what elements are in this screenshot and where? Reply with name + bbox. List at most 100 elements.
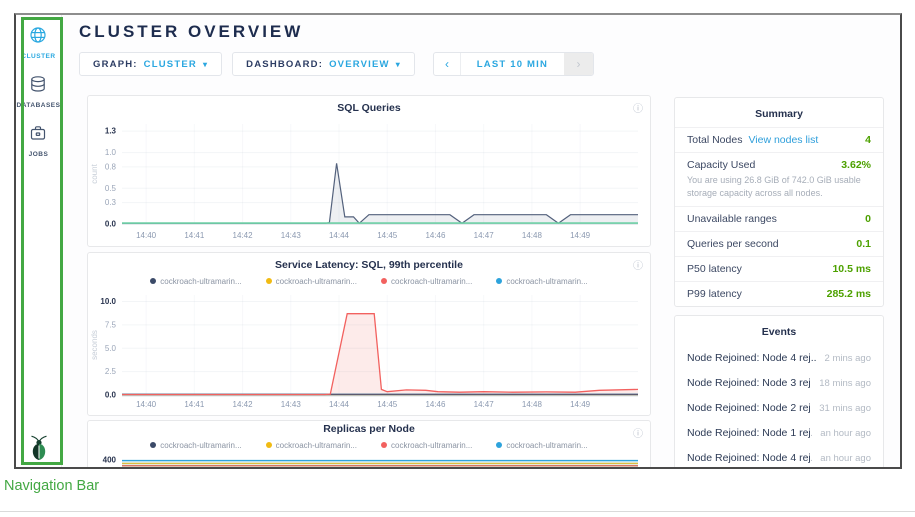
replicas-per-node-chart-card: Replicas per Node ⓘ cockroach-ultramarin… bbox=[87, 420, 651, 469]
briefcase-icon bbox=[29, 124, 47, 147]
event-text: Node Rejoined: Node 3 rej... bbox=[687, 377, 811, 389]
sidebar-label-cluster: CLUSTER bbox=[21, 53, 55, 60]
view-nodes-list-link[interactable]: View nodes list bbox=[748, 134, 818, 146]
summary-title: Summary bbox=[675, 98, 883, 127]
svg-text:14:41: 14:41 bbox=[184, 231, 205, 240]
svg-text:14:46: 14:46 bbox=[425, 231, 446, 240]
event-row[interactable]: Node Rejoined: Node 4 rej... 2 mins ago bbox=[675, 345, 883, 370]
event-row[interactable]: Node Rejoined: Node 3 rej... 18 mins ago bbox=[675, 370, 883, 395]
svg-text:14:49: 14:49 bbox=[570, 231, 591, 240]
replicas-per-node-chart[interactable]: 40014:4014:4114:4214:4314:4414:4514:4614… bbox=[88, 453, 648, 469]
event-row[interactable]: Node Rejoined: Node 4 rej... an hour ago bbox=[675, 445, 883, 469]
legend-item[interactable]: cockroach-ultramarin... bbox=[266, 277, 357, 286]
legend-dot-icon bbox=[266, 442, 272, 448]
chart-title: Replicas per Node bbox=[88, 421, 650, 435]
svg-text:14:45: 14:45 bbox=[377, 400, 398, 409]
summary-label: P99 latency bbox=[687, 288, 742, 300]
svg-text:14:47: 14:47 bbox=[474, 231, 495, 240]
sql-queries-chart[interactable]: 1.31.00.80.50.30.014:4014:4114:4214:4314… bbox=[88, 116, 648, 242]
summary-value: 285.2 ms bbox=[827, 288, 871, 300]
event-row[interactable]: Node Rejoined: Node 2 rej... 31 mins ago bbox=[675, 395, 883, 420]
graph-dropdown-value: CLUSTER bbox=[144, 59, 197, 70]
chart-title: SQL Queries bbox=[88, 96, 650, 114]
legend-dot-icon bbox=[150, 442, 156, 448]
svg-text:14:44: 14:44 bbox=[329, 400, 350, 409]
svg-text:400: 400 bbox=[103, 455, 117, 464]
annotation-caption: Navigation Bar bbox=[4, 478, 99, 494]
cockroachdb-logo-icon[interactable] bbox=[16, 435, 61, 461]
legend-dot-icon bbox=[496, 442, 502, 448]
sidebar-label-databases: DATABASES bbox=[17, 102, 61, 109]
svg-text:14:42: 14:42 bbox=[233, 400, 254, 409]
chart-legend: cockroach-ultramarin... cockroach-ultrama… bbox=[88, 275, 650, 287]
dashboard-controls: GRAPH: CLUSTER ▾ DASHBOARD: OVERVIEW ▾ ‹… bbox=[79, 52, 661, 76]
svg-text:5.0: 5.0 bbox=[105, 344, 117, 353]
info-icon[interactable]: ⓘ bbox=[633, 425, 643, 440]
legend-item[interactable]: cockroach-ultramarin... bbox=[150, 277, 241, 286]
service-latency-chart-card: Service Latency: SQL, 99th percentile ⓘ … bbox=[87, 252, 651, 416]
sidebar-item-jobs[interactable]: JOBS bbox=[29, 124, 49, 158]
event-time: 31 mins ago bbox=[819, 403, 871, 414]
service-latency-chart[interactable]: 10.07.55.02.50.014:4014:4114:4214:4314:4… bbox=[88, 289, 648, 411]
summary-row-qps: Queries per second 0.1 bbox=[675, 231, 883, 256]
svg-text:1.3: 1.3 bbox=[105, 127, 117, 136]
svg-text:14:41: 14:41 bbox=[184, 400, 205, 409]
chevron-down-icon: ▾ bbox=[203, 60, 208, 69]
legend-dot-icon bbox=[381, 442, 387, 448]
sidebar-item-databases[interactable]: DATABASES bbox=[17, 75, 61, 109]
svg-text:0.5: 0.5 bbox=[105, 184, 117, 193]
svg-text:14:42: 14:42 bbox=[233, 231, 254, 240]
event-text: Node Rejoined: Node 2 rej... bbox=[687, 402, 811, 414]
svg-text:count: count bbox=[90, 163, 99, 183]
legend-item[interactable]: cockroach-ultramarin... bbox=[266, 441, 357, 450]
event-time: 18 mins ago bbox=[819, 378, 871, 389]
event-time: an hour ago bbox=[820, 453, 871, 464]
legend-dot-icon bbox=[150, 278, 156, 284]
summary-value: 0 bbox=[865, 213, 871, 225]
svg-text:0.0: 0.0 bbox=[105, 391, 117, 400]
summary-row-p50: P50 latency 10.5 ms bbox=[675, 256, 883, 281]
svg-text:14:47: 14:47 bbox=[474, 400, 495, 409]
dashboard-dropdown-value: OVERVIEW bbox=[329, 59, 390, 70]
events-title: Events bbox=[675, 316, 883, 345]
legend-item[interactable]: cockroach-ultramarin... bbox=[381, 277, 472, 286]
event-row[interactable]: Node Rejoined: Node 1 rej... an hour ago bbox=[675, 420, 883, 445]
svg-text:7.5: 7.5 bbox=[105, 320, 117, 329]
svg-text:10.0: 10.0 bbox=[100, 297, 116, 306]
chart-title: Service Latency: SQL, 99th percentile bbox=[88, 253, 650, 271]
svg-text:14:43: 14:43 bbox=[281, 400, 302, 409]
svg-text:14:40: 14:40 bbox=[136, 400, 157, 409]
graph-dropdown[interactable]: GRAPH: CLUSTER ▾ bbox=[79, 52, 222, 76]
legend-item[interactable]: cockroach-ultramarin... bbox=[381, 441, 472, 450]
legend-dot-icon bbox=[496, 278, 502, 284]
svg-text:0.0: 0.0 bbox=[105, 220, 117, 229]
charts-column: CLUSTER OVERVIEW GRAPH: CLUSTER ▾ DASHBO… bbox=[62, 15, 661, 467]
svg-text:14:46: 14:46 bbox=[425, 400, 446, 409]
sidebar-item-cluster[interactable]: CLUSTER bbox=[21, 26, 55, 60]
event-text: Node Rejoined: Node 1 rej... bbox=[687, 427, 812, 439]
summary-row-p99: P99 latency 285.2 ms bbox=[675, 281, 883, 306]
time-range-label[interactable]: LAST 10 MIN bbox=[461, 53, 564, 75]
dashboard-dropdown[interactable]: DASHBOARD: OVERVIEW ▾ bbox=[232, 52, 415, 76]
event-time: 2 mins ago bbox=[825, 353, 871, 364]
sql-queries-chart-card: SQL Queries ⓘ 1.31.00.80.50.30.014:4014:… bbox=[87, 95, 651, 247]
app-window: CLUSTER DATABASES JOBS bbox=[14, 13, 902, 469]
legend-dot-icon bbox=[381, 278, 387, 284]
info-icon[interactable]: ⓘ bbox=[633, 257, 643, 272]
legend-item[interactable]: cockroach-ultramarin... bbox=[496, 277, 587, 286]
svg-text:14:49: 14:49 bbox=[570, 400, 591, 409]
event-time: an hour ago bbox=[820, 428, 871, 439]
time-prev-button[interactable]: ‹ bbox=[434, 53, 461, 75]
events-card: Events Node Rejoined: Node 4 rej... 2 mi… bbox=[674, 315, 884, 469]
legend-item[interactable]: cockroach-ultramarin... bbox=[150, 441, 241, 450]
svg-text:1.0: 1.0 bbox=[105, 148, 117, 157]
legend-item[interactable]: cockroach-ultramarin... bbox=[496, 441, 587, 450]
info-icon[interactable]: ⓘ bbox=[633, 100, 643, 115]
cluster-globe-icon bbox=[29, 26, 47, 49]
event-text: Node Rejoined: Node 4 rej... bbox=[687, 452, 812, 464]
svg-text:14:48: 14:48 bbox=[522, 231, 543, 240]
summary-value: 10.5 ms bbox=[832, 263, 871, 275]
summary-value: 4 bbox=[865, 134, 871, 146]
main-area: CLUSTER OVERVIEW GRAPH: CLUSTER ▾ DASHBO… bbox=[62, 15, 900, 467]
summary-value: 3.62% bbox=[841, 159, 871, 171]
